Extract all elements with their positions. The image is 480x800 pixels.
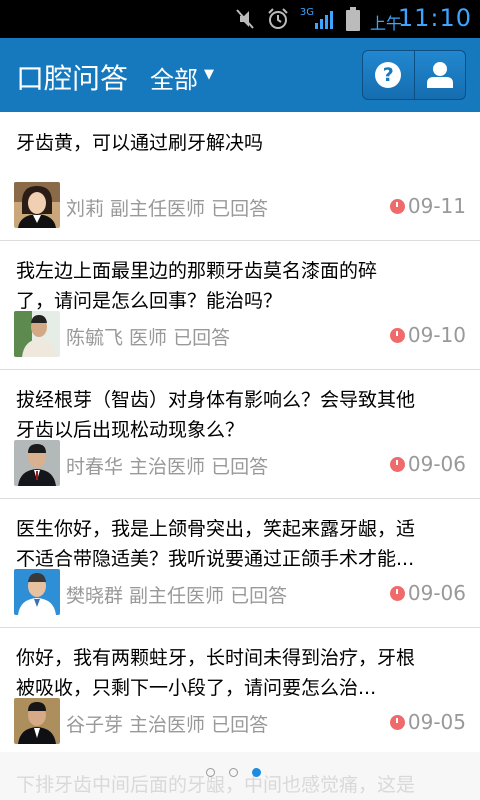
user-icon	[426, 62, 453, 88]
question-item[interactable]: 你好，我有两颗蛀牙，长时间未得到治疗，牙根 被吸收，只剩下一小段了，请问要怎么治…	[0, 628, 480, 756]
clock-icon	[389, 456, 405, 472]
page-indicator	[206, 768, 261, 777]
clock-icon	[389, 327, 405, 343]
question-item[interactable]: 拔经根芽（智齿）对身体有影响么？会导致其他 牙齿以后出现松动现象么？ 时春华 主…	[0, 370, 480, 499]
question-text: 我左边上面最里边的那颗牙齿莫名漆面的碎 了，请问是怎么回事？能治吗？	[16, 260, 378, 312]
doctor-meta: 刘莉 副主任医师 已回答	[66, 198, 269, 220]
question-date: 09-06	[389, 581, 466, 605]
date-text: 09-11	[407, 194, 466, 218]
status-icons: 3G	[234, 6, 360, 32]
clock-icon	[389, 714, 405, 730]
question-date: 09-10	[389, 323, 466, 347]
question-text: 医生你好，我是上颌骨突出，笑起来露牙龈，适 不适合带隐适美？我听说要通过正颌手术…	[16, 518, 416, 570]
status-bar: 3G 上午 11:10	[0, 0, 480, 38]
network-type: 3G	[299, 6, 314, 18]
doctor-meta: 樊晓群 副主任医师 已回答	[66, 585, 288, 607]
doctor-meta: 谷子芽 主治医师 已回答	[66, 714, 269, 736]
question-text: 拔经根芽（智齿）对身体有影响么？会导致其他 牙齿以后出现松动现象么？	[16, 389, 416, 441]
doctor-avatar	[14, 311, 60, 357]
alarm-icon	[268, 8, 288, 29]
profile-button[interactable]	[413, 51, 466, 99]
doctor-meta: 时春华 主治医师 已回答	[66, 456, 269, 478]
question-item[interactable]: 牙齿黄，可以通过刷牙解决吗 刘莉 副主任医师 已回答 09-11	[0, 112, 480, 241]
question-text: 牙齿黄，可以通过刷牙解决吗	[16, 132, 264, 154]
status-time: 11:10	[397, 4, 472, 32]
doctor-avatar	[14, 569, 60, 615]
clock-icon	[389, 198, 405, 214]
mute-icon	[236, 9, 254, 29]
caret-down-icon: ▼	[204, 67, 214, 82]
pager-bar: 下排牙齿中间后面的牙龈，中间也感觉痛，这是	[0, 752, 480, 800]
page-title: 口腔问答	[16, 62, 129, 95]
date-text: 09-06	[407, 452, 466, 476]
question-date: 09-06	[389, 452, 466, 476]
help-icon: ?	[375, 62, 402, 88]
date-text: 09-06	[407, 581, 466, 605]
question-text: 你好，我有两颗蛀牙，长时间未得到治疗，牙根 被吸收，只剩下一小段了，请问要怎么治…	[16, 647, 416, 699]
filter-label: 全部	[150, 66, 198, 94]
page-dot[interactable]	[206, 768, 215, 777]
question-item[interactable]: 我左边上面最里边的那颗牙齿莫名漆面的碎 了，请问是怎么回事？能治吗？ 陈毓飞 医…	[0, 241, 480, 370]
filter-dropdown[interactable]: 全部 ▼	[150, 60, 214, 95]
action-bar: 口腔问答 全部 ▼ ?	[0, 38, 480, 112]
page-dot[interactable]	[229, 768, 238, 777]
doctor-avatar	[14, 698, 60, 744]
question-date: 09-11	[389, 194, 466, 218]
question-list: 牙齿黄，可以通过刷牙解决吗 刘莉 副主任医师 已回答 09-11 我左边上面最里…	[0, 112, 480, 756]
date-text: 09-05	[407, 710, 466, 734]
action-button-group: ?	[362, 50, 466, 100]
date-text: 09-10	[407, 323, 466, 347]
question-date: 09-05	[389, 710, 466, 734]
doctor-avatar	[14, 440, 60, 486]
battery-icon	[346, 7, 360, 31]
question-item[interactable]: 医生你好，我是上颌骨突出，笑起来露牙龈，适 不适合带隐适美？我听说要通过正颌手术…	[0, 499, 480, 628]
doctor-avatar	[14, 182, 60, 228]
signal-icon	[315, 11, 333, 29]
page-dot-active[interactable]	[252, 768, 261, 777]
doctor-meta: 陈毓飞 医师 已回答	[66, 327, 231, 349]
clock-icon	[389, 585, 405, 601]
help-button[interactable]: ?	[363, 51, 414, 99]
